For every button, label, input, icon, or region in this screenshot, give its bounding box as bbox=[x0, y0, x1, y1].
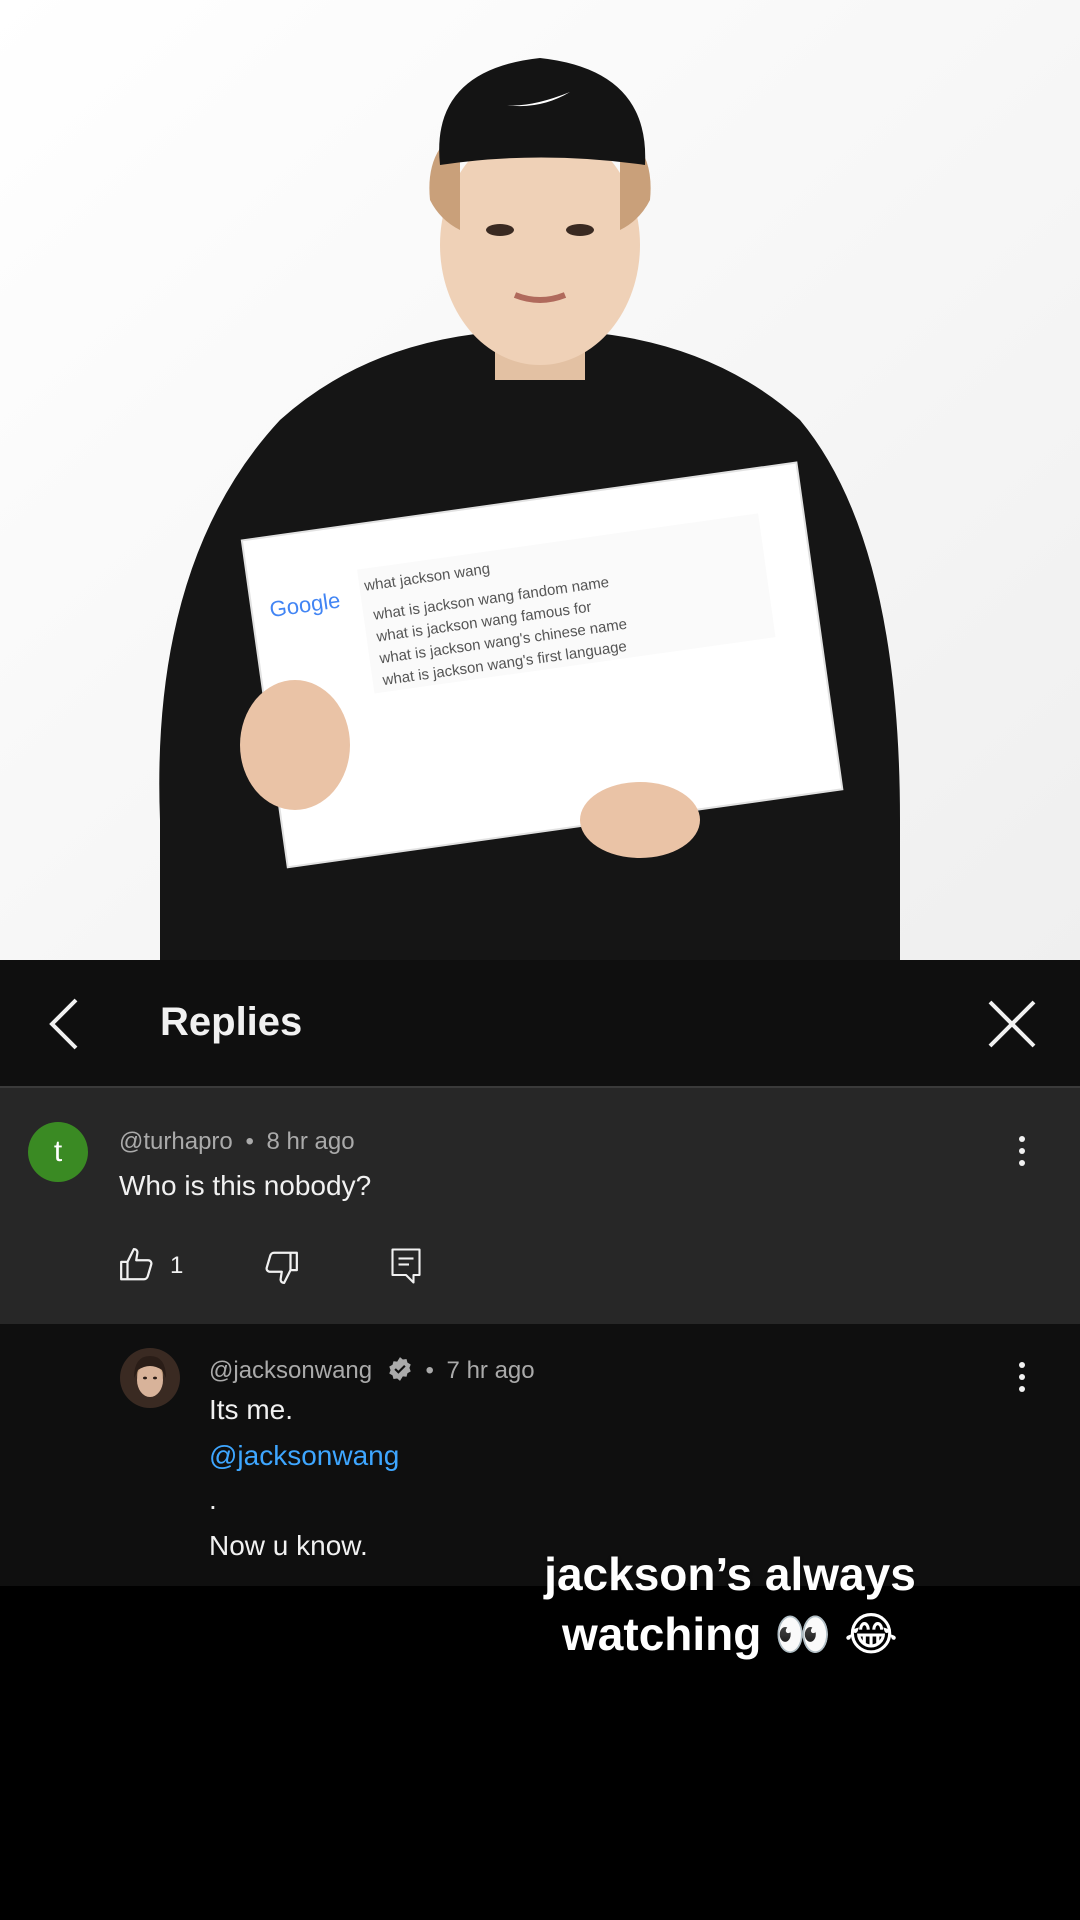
like-icon[interactable] bbox=[118, 1246, 156, 1284]
more-options-icon[interactable] bbox=[1016, 1362, 1028, 1398]
comment-text: Who is this nobody? bbox=[119, 1170, 372, 1201]
comment-meta: @jacksonwang • 7 hr ago bbox=[209, 1352, 535, 1385]
dislike-icon[interactable] bbox=[262, 1248, 300, 1286]
reply-icon[interactable] bbox=[388, 1246, 424, 1286]
verified-badge-icon bbox=[389, 1357, 411, 1381]
comment-time: 8 hr ago bbox=[266, 1128, 355, 1155]
parent-comment: t @turhapro • 8 hr ago Who is this nobod… bbox=[0, 1088, 1080, 1324]
comment-text: Its me. bbox=[209, 1394, 294, 1425]
caption-line: jackson’s always bbox=[544, 1548, 916, 1600]
comment-author[interactable]: @turhapro bbox=[119, 1128, 233, 1155]
replies-title: Replies bbox=[160, 1000, 303, 1044]
meta-separator: • bbox=[245, 1128, 254, 1155]
avatar[interactable] bbox=[120, 1348, 180, 1408]
comment-time: 7 hr ago bbox=[446, 1357, 535, 1384]
video-illustration: Google what jackson wang what is jackson… bbox=[0, 0, 1080, 960]
comment-text: . bbox=[209, 1484, 217, 1515]
mention-link[interactable]: @jacksonwang bbox=[209, 1440, 399, 1472]
comment-meta: @turhapro • 8 hr ago bbox=[119, 1128, 355, 1156]
like-count: 1 bbox=[170, 1252, 184, 1279]
replies-header: Replies bbox=[0, 960, 1080, 1088]
more-options-icon[interactable] bbox=[1016, 1136, 1028, 1172]
avatar[interactable]: t bbox=[28, 1122, 88, 1182]
comment-text: Now u know. bbox=[209, 1530, 368, 1561]
comment-author[interactable]: @jacksonwang bbox=[209, 1357, 372, 1384]
caption-line: watching 👀 😂 bbox=[562, 1608, 898, 1660]
video-frame[interactable]: Google what jackson wang what is jackson… bbox=[0, 0, 1080, 960]
close-icon[interactable] bbox=[984, 996, 1040, 1052]
back-arrow-icon[interactable] bbox=[42, 994, 90, 1054]
meta-separator: • bbox=[425, 1357, 434, 1384]
video-caption: jackson’s always watching 👀 😂 bbox=[500, 1544, 960, 1664]
